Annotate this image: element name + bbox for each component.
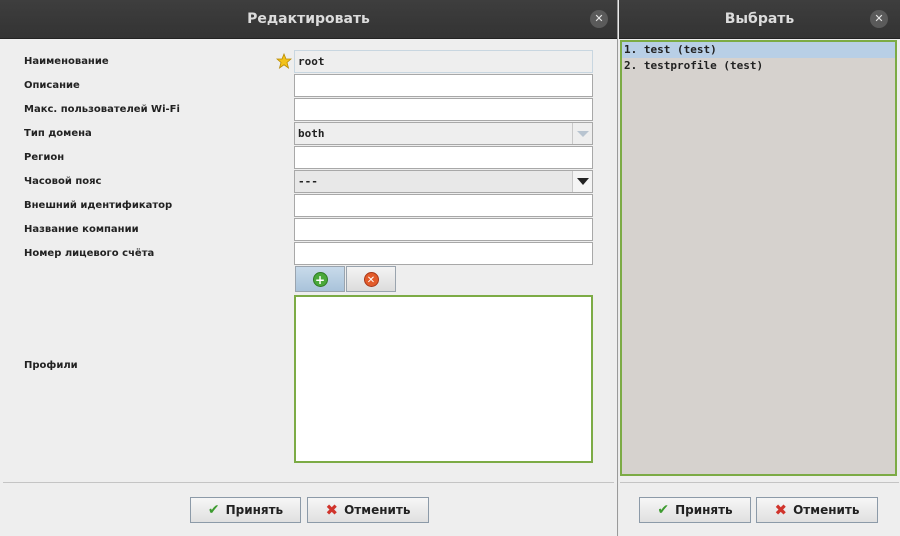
edit-dialog-title: Редактировать xyxy=(247,11,370,27)
cross-icon: ✖ xyxy=(774,501,788,519)
edit-dialog: Редактировать ✕ Наименование Описание Ма… xyxy=(0,0,618,536)
cross-icon: ✖ xyxy=(325,501,339,519)
name-field[interactable]: root xyxy=(294,50,593,73)
list-item[interactable]: 1. test (test) xyxy=(622,42,895,58)
company-name-label: Название компании xyxy=(24,224,139,235)
max-wifi-users-field[interactable] xyxy=(294,98,593,121)
select-accept-button[interactable]: ✔ Принять xyxy=(639,497,751,523)
description-label: Описание xyxy=(24,80,80,91)
accept-button[interactable]: ✔ Принять xyxy=(190,497,301,523)
close-icon[interactable]: ✕ xyxy=(870,10,888,28)
select-dialog: Выбрать ✕ 1. test (test) 2. testprofile … xyxy=(619,0,900,536)
profile-select-list[interactable]: 1. test (test) 2. testprofile (test) xyxy=(620,40,897,476)
timezone-label: Часовой пояс xyxy=(24,176,102,187)
name-label: Наименование xyxy=(24,56,109,67)
add-profile-button[interactable]: + xyxy=(295,266,345,292)
description-field[interactable] xyxy=(294,74,593,97)
cancel-button[interactable]: ✖ Отменить xyxy=(307,497,429,523)
domain-type-select[interactable]: both xyxy=(294,122,593,145)
chevron-down-icon[interactable] xyxy=(572,123,592,144)
x-circle-icon: ✕ xyxy=(363,271,379,287)
region-label: Регион xyxy=(24,152,65,163)
select-dialog-title: Выбрать xyxy=(724,11,795,27)
account-number-label: Номер лицевого счёта xyxy=(24,248,155,259)
accept-button-label: Принять xyxy=(225,503,284,517)
timezone-select[interactable]: --- xyxy=(294,170,593,193)
remove-profile-button[interactable]: ✕ xyxy=(346,266,396,292)
company-name-field[interactable] xyxy=(294,218,593,241)
max-wifi-users-label: Макс. пользователей Wi-Fi xyxy=(24,104,180,115)
select-cancel-button[interactable]: ✖ Отменить xyxy=(756,497,878,523)
checkmark-icon: ✔ xyxy=(207,502,220,518)
cancel-button-label: Отменить xyxy=(344,503,411,517)
domain-type-label: Тип домена xyxy=(24,128,92,139)
edit-dialog-titlebar[interactable]: Редактировать xyxy=(0,0,617,39)
account-number-field[interactable] xyxy=(294,242,593,265)
select-accept-button-label: Принять xyxy=(675,503,733,517)
chevron-down-icon[interactable] xyxy=(572,171,592,192)
external-id-field[interactable] xyxy=(294,194,593,217)
domain-type-value: both xyxy=(298,127,325,140)
star-icon xyxy=(276,53,292,69)
external-id-label: Внешний идентификатор xyxy=(24,200,173,211)
region-field[interactable] xyxy=(294,146,593,169)
checkmark-icon: ✔ xyxy=(657,502,670,518)
timezone-value: --- xyxy=(298,175,318,188)
profiles-label: Профили xyxy=(24,360,78,371)
close-icon[interactable]: ✕ xyxy=(590,10,608,28)
select-dialog-titlebar[interactable]: Выбрать xyxy=(619,0,900,39)
profiles-list[interactable] xyxy=(294,295,593,463)
select-cancel-button-label: Отменить xyxy=(793,503,860,517)
list-item[interactable]: 2. testprofile (test) xyxy=(622,58,895,74)
plus-icon: + xyxy=(312,271,328,287)
